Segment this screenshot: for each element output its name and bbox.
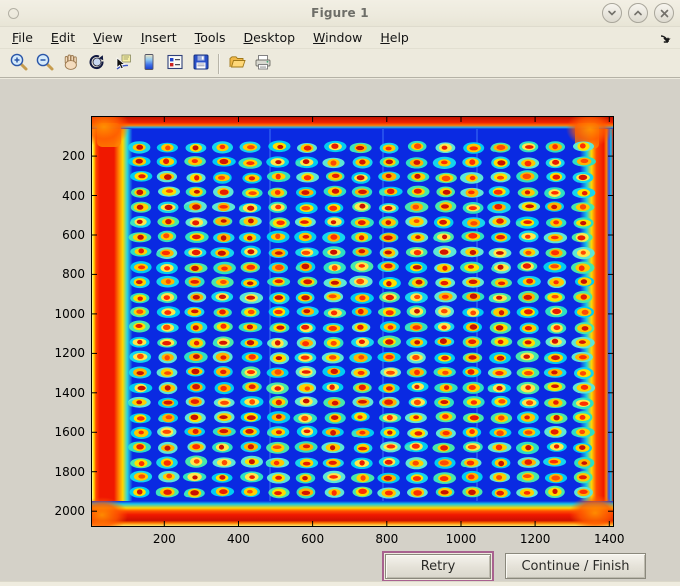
x-tick-label: 600 <box>301 532 325 546</box>
chevron-up-icon <box>633 9 643 17</box>
save-figure-button[interactable] <box>188 51 214 77</box>
chevron-down-icon <box>607 9 617 17</box>
save-icon <box>191 52 211 76</box>
y-tick-label: 800 <box>62 267 85 282</box>
figure-canvas: Retry Continue / Finish 200 400 600 800 1000… <box>0 79 680 582</box>
retry-focus-ring: Retry <box>382 551 494 582</box>
y-tick-label: 1200 <box>54 346 85 361</box>
microarray-image[interactable] <box>92 117 613 526</box>
y-tick-label: 1600 <box>54 425 85 440</box>
colorbar-icon <box>139 52 159 76</box>
rotate-3d-button[interactable] <box>84 51 110 77</box>
data-cursor-button[interactable] <box>110 51 136 77</box>
x-tick-label: 1200 <box>519 532 551 546</box>
x-tick-label: 800 <box>375 532 399 546</box>
legend-icon <box>165 52 185 76</box>
menu-bar: File Edit View Insert Tools Desktop Wind… <box>0 27 680 49</box>
y-tick-label: 1400 <box>54 385 85 400</box>
zoom-in-icon <box>9 52 29 76</box>
zoom-out-icon <box>35 52 55 76</box>
x-tick-label: 400 <box>227 532 250 546</box>
open-folder-icon <box>227 52 247 76</box>
x-tick-label: 1400 <box>594 532 625 546</box>
figure-toolbar <box>0 50 680 78</box>
menu-view[interactable]: View <box>91 29 125 46</box>
zoom-in-button[interactable] <box>6 51 32 77</box>
pan-button[interactable] <box>58 51 84 77</box>
y-tick-label: 2000 <box>54 504 85 519</box>
window-bottom-edge <box>0 581 680 586</box>
printer-icon <box>253 52 273 76</box>
plot-axes <box>91 116 614 527</box>
x-tick-label: 200 <box>152 532 176 546</box>
y-tick-label: 600 <box>62 227 85 242</box>
close-window-button[interactable] <box>654 3 674 23</box>
hand-icon <box>61 52 81 76</box>
y-tick-label: 1000 <box>54 306 85 321</box>
y-tick-label: 400 <box>62 188 85 203</box>
zoom-out-button[interactable] <box>32 51 58 77</box>
figure-window: Figure 1 File Edit View Insert Tools Des… <box>0 0 680 586</box>
print-figure-button[interactable] <box>250 51 276 77</box>
menu-tools[interactable]: Tools <box>193 29 228 46</box>
shade-window-button[interactable] <box>602 3 622 23</box>
menu-insert[interactable]: Insert <box>139 29 179 46</box>
dock-figure-icon[interactable] <box>658 31 672 45</box>
menu-edit[interactable]: Edit <box>49 29 77 46</box>
maximize-window-button[interactable] <box>628 3 648 23</box>
menu-file[interactable]: File <box>10 29 35 46</box>
insert-legend-button[interactable] <box>162 51 188 77</box>
x-tick-label: 1000 <box>445 532 477 546</box>
title-bar[interactable]: Figure 1 <box>0 0 680 27</box>
continue-finish-button[interactable]: Continue / Finish <box>505 553 646 579</box>
retry-button[interactable]: Retry <box>385 554 491 579</box>
menu-window[interactable]: Window <box>311 29 364 46</box>
y-tick-label: 1800 <box>54 464 85 479</box>
menu-help[interactable]: Help <box>378 29 411 46</box>
y-tick-label: 200 <box>62 149 85 164</box>
window-title: Figure 1 <box>311 6 369 20</box>
toolbar-separator <box>218 53 220 74</box>
open-file-button[interactable] <box>224 51 250 77</box>
window-controls <box>602 3 674 23</box>
rotate-3d-icon <box>87 52 107 76</box>
data-cursor-icon <box>113 52 133 76</box>
insert-colorbar-button[interactable] <box>136 51 162 77</box>
close-icon <box>660 9 669 18</box>
menu-desktop[interactable]: Desktop <box>241 29 297 46</box>
